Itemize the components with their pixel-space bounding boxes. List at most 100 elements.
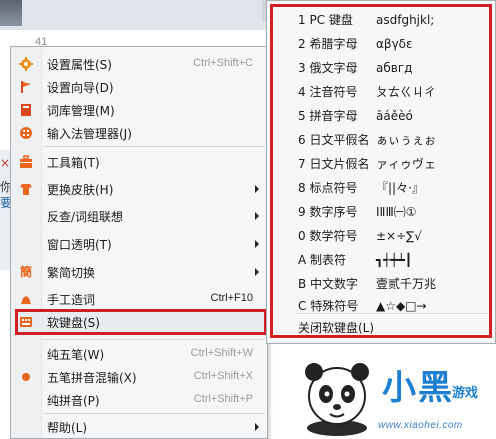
soft-keyboard-item-math[interactable]: 0 数学符号 ±×÷∑√	[298, 227, 422, 247]
soft-keyboard-submenu: 1 PC 键盘 asdfghjkl; 2 希腊字母 αβγδε 3 俄文字母 абвг…	[266, 0, 496, 344]
traditional-simplified-icon: 簡	[19, 265, 32, 279]
hand-word-icon	[19, 292, 33, 306]
menu-item-shortcut: Ctrl+Shift+W	[190, 347, 253, 359]
menu-item-shortcut: Ctrl+Shift+X	[193, 370, 253, 382]
menu-item-label: 繁简切换	[47, 266, 96, 280]
selected-dot-icon	[19, 370, 33, 384]
menu-item-dictionary-manager[interactable]: 词库管理(M)	[11, 99, 267, 121]
watermark: 小黑 游戏 www.xiaohei.com	[292, 352, 496, 439]
submenu-arrow-icon	[255, 268, 259, 276]
toolbox-icon	[19, 155, 33, 169]
soft-keyboard-item-sample: ⅠⅡⅢ㈠①	[376, 205, 417, 219]
background-close-mark: ×	[0, 156, 11, 170]
soft-keyboard-item-pinyin[interactable]: 5 拼音字母 āáěèó	[298, 107, 413, 127]
menu-item-label: 纯拼音(P)	[47, 394, 100, 408]
soft-keyboard-item-sample: ▲☆◆□→	[376, 299, 427, 313]
gear-icon	[19, 57, 33, 71]
close-soft-keyboard-item[interactable]: 关闭软键盘(L)	[298, 319, 374, 339]
watermark-sub: 游戏	[452, 385, 479, 400]
soft-keyboard-item-katakana[interactable]: 7 日文片假名 ァィゥヴェ	[298, 155, 436, 175]
soft-keyboard-item-hiragana[interactable]: 6 日文平假名 ぁぃぅぇぉ	[298, 131, 436, 151]
soft-keyboard-item-label: 7 日文片假名	[298, 157, 370, 171]
menu-item-label: 纯五笔(W)	[47, 348, 105, 362]
soft-keyboard-item-sample: 『||々·』	[376, 181, 424, 195]
soft-keyboard-item-sample: asdfghjkl;	[376, 13, 435, 27]
menu-item-shortcut: Ctrl+F10	[210, 292, 254, 304]
soft-keyboard-item-label: B 中文数字	[298, 277, 359, 291]
soft-keyboard-item-special-symbols[interactable]: C 特殊符号 ▲☆◆□→	[298, 297, 427, 317]
soft-keyboard-item-label: 6 日文平假名	[298, 133, 370, 147]
soft-keyboard-item-punctuation[interactable]: 8 标点符号 『||々·』	[298, 179, 424, 199]
watermark-url: www.xiaohei.com	[378, 420, 463, 431]
menu-item-wubi-pinyin-mix[interactable]: 五笔拼音混输(X) Ctrl+Shift+X	[11, 366, 267, 388]
input-method-context-menu: 设置属性(S) Ctrl+Shift+C 设置向导(D) 词库管理(M) 输入法…	[10, 46, 268, 439]
menu-item-label: 软键盘(S)	[47, 316, 100, 330]
menu-item-label: 词库管理(M)	[47, 104, 115, 118]
soft-keyboard-item-label: 2 希腊字母	[298, 37, 358, 51]
menu-item-label: 手工造词	[47, 293, 96, 307]
menu-item-window-transparency[interactable]: 窗口透明(T)	[11, 233, 267, 255]
menu-item-label: 帮助(L)	[47, 421, 88, 435]
submenu-arrow-icon	[255, 240, 259, 248]
menu-item-shortcut: Ctrl+Shift+P	[193, 393, 253, 405]
menu-item-label: 输入法管理器(J)	[47, 127, 132, 141]
manager-icon	[19, 126, 33, 140]
soft-keyboard-item-number-sequence[interactable]: 9 数字序号 ⅠⅡⅢ㈠①	[298, 203, 416, 223]
soft-keyboard-item-label: 1 PC 键盘	[298, 13, 353, 27]
menu-item-soft-keyboard[interactable]: 软键盘(S)	[11, 311, 267, 333]
keyboard-icon	[19, 315, 33, 329]
menu-item-label: 设置属性(S)	[47, 58, 112, 72]
menu-item-pure-wubi[interactable]: 纯五笔(W) Ctrl+Shift+W	[11, 343, 267, 365]
soft-keyboard-item-bopomofo[interactable]: 4 注音符号 ㄆㄊㄍㄐㄔ	[298, 83, 436, 103]
menu-item-help[interactable]: 帮助(L)	[11, 416, 267, 438]
menu-item-label: 五笔拼音混输(X)	[47, 371, 137, 385]
menu-item-shortcut: Ctrl+Shift+C	[193, 57, 253, 69]
soft-keyboard-item-pc[interactable]: 1 PC 键盘 asdfghjkl;	[298, 11, 434, 31]
soft-keyboard-item-sample: ±×÷∑√	[376, 229, 422, 243]
menu-item-label: 反查/词组联想	[47, 210, 124, 224]
menu-item-label: 窗口透明(T)	[47, 238, 112, 252]
menu-item-ime-manager[interactable]: 输入法管理器(J)	[11, 122, 267, 144]
submenu-arrow-icon	[255, 423, 259, 431]
soft-keyboard-item-greek[interactable]: 2 希腊字母 αβγδε	[298, 35, 413, 55]
soft-keyboard-item-sample: αβγδε	[376, 37, 413, 51]
close-soft-keyboard-label: 关闭软键盘(L)	[298, 321, 375, 335]
soft-keyboard-item-sample: ァィゥヴェ	[376, 157, 437, 171]
soft-keyboard-item-russian[interactable]: 3 俄文字母 абвгд	[298, 59, 412, 79]
soft-keyboard-item-sample: ㄆㄊㄍㄐㄔ	[376, 85, 437, 99]
menu-item-manual-word[interactable]: 手工造词 Ctrl+F10	[11, 288, 267, 310]
soft-keyboard-item-label: A 制表符	[298, 253, 347, 267]
menu-separator	[43, 146, 265, 147]
menu-item-pure-pinyin[interactable]: 纯拼音(P) Ctrl+Shift+P	[11, 389, 267, 411]
menu-item-traditional-simplified[interactable]: 簡 繁简切换	[11, 261, 267, 283]
soft-keyboard-item-label: 8 标点符号	[298, 181, 358, 195]
menu-item-toolbox[interactable]: 工具箱(T)	[11, 151, 267, 173]
avatar	[0, 0, 22, 26]
soft-keyboard-item-sample: ぁぃぅぇぉ	[376, 133, 437, 147]
soft-keyboard-item-sample: абвгд	[376, 61, 413, 75]
menu-separator	[43, 339, 265, 340]
flag-icon	[19, 80, 33, 94]
book-icon	[19, 103, 33, 117]
menu-item-setup-wizard[interactable]: 设置向导(D)	[11, 76, 267, 98]
skin-icon	[19, 182, 33, 196]
soft-keyboard-item-label: 5 拼音字母	[298, 109, 358, 123]
watermark-brand: 小黑	[382, 369, 454, 407]
menu-separator	[43, 413, 265, 414]
soft-keyboard-item-label: 3 俄文字母	[298, 61, 358, 75]
soft-keyboard-item-label: C 特殊符号	[298, 299, 359, 313]
soft-keyboard-item-label: 0 数学符号	[298, 229, 358, 243]
menu-item-reverse-lookup[interactable]: 反查/词组联想	[11, 205, 267, 227]
submenu-arrow-icon	[255, 185, 259, 193]
soft-keyboard-item-box-drawing[interactable]: A 制表符 ┓┽┿┷┃	[298, 251, 412, 271]
panda-mascot-icon	[305, 363, 369, 436]
soft-keyboard-item-sample: ┓┽┿┷┃	[376, 253, 413, 267]
soft-keyboard-item-sample: 壹贰千万兆	[376, 277, 437, 291]
menu-item-label: 设置向导(D)	[47, 81, 114, 95]
menu-item-change-skin[interactable]: 更换皮肤(H)	[11, 178, 267, 200]
menu-separator	[295, 313, 489, 314]
soft-keyboard-item-label: 4 注音符号	[298, 85, 358, 99]
submenu-arrow-icon	[255, 212, 259, 220]
soft-keyboard-item-chinese-numerals[interactable]: B 中文数字 壹贰千万兆	[298, 275, 436, 295]
menu-item-settings[interactable]: 设置属性(S) Ctrl+Shift+C	[11, 53, 267, 75]
